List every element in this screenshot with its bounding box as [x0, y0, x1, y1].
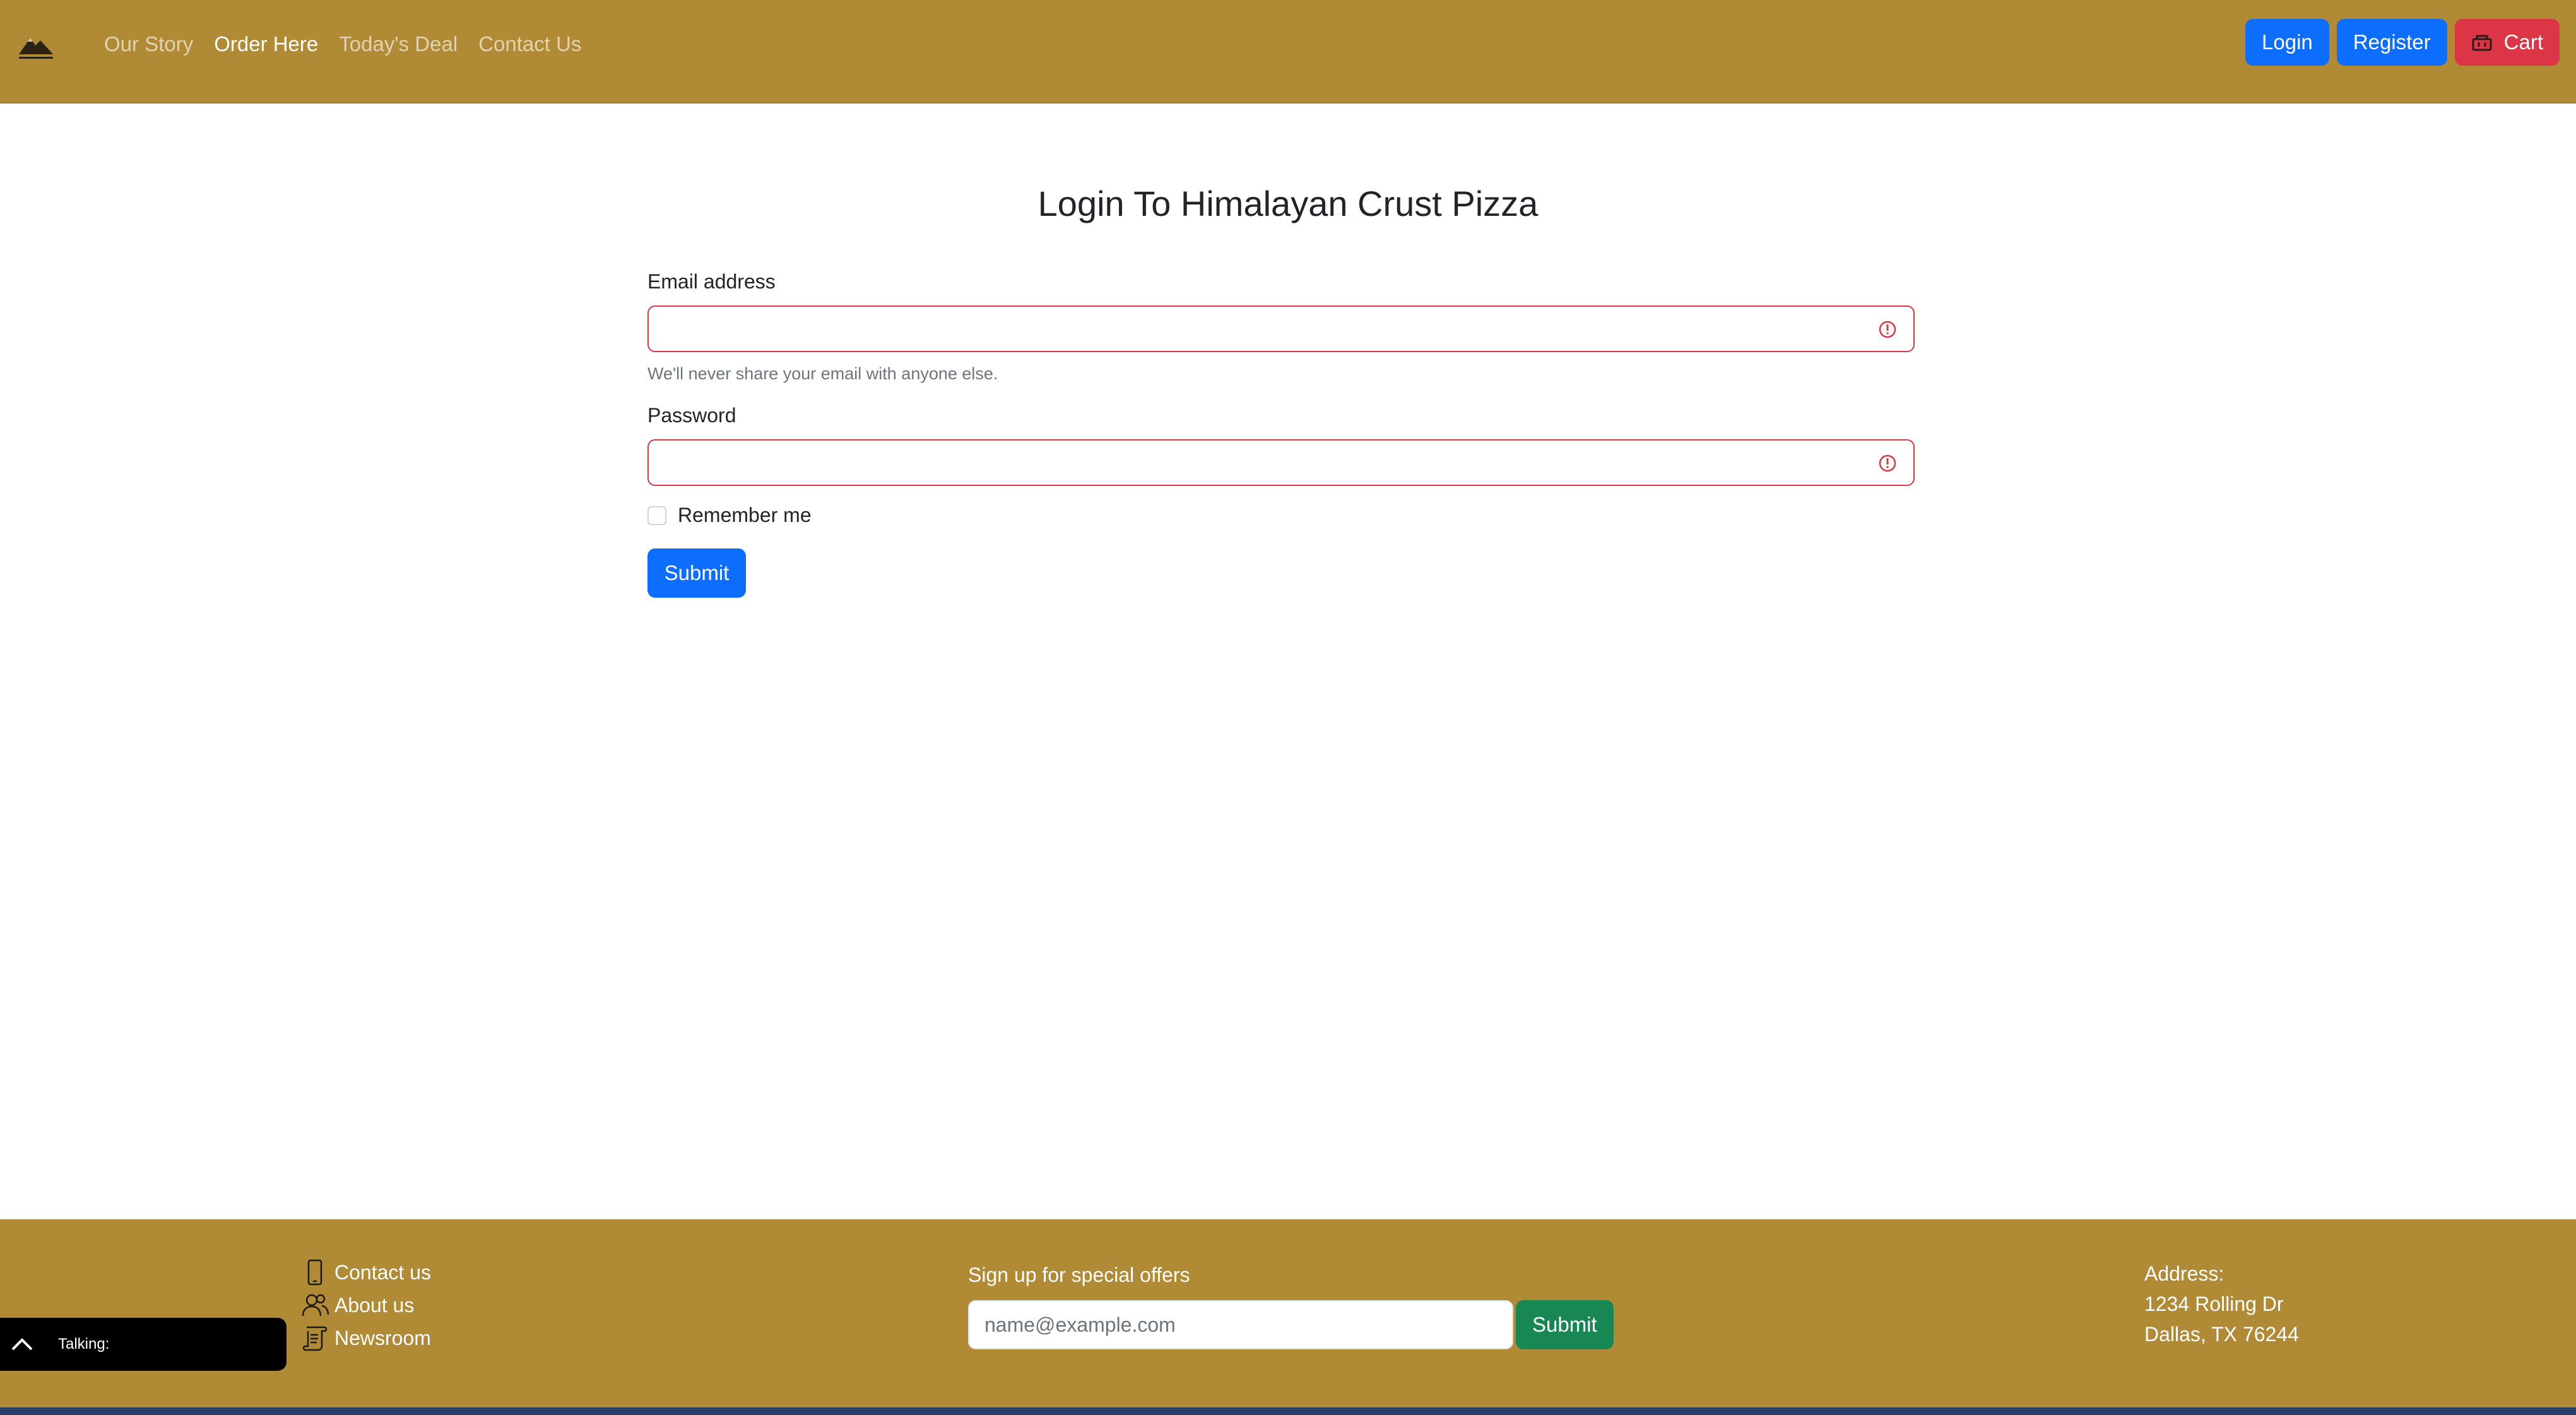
submit-button[interactable]: Submit — [647, 548, 746, 598]
login-button[interactable]: Login — [2245, 19, 2329, 66]
talking-widget[interactable]: Talking: — [0, 1318, 287, 1371]
register-button[interactable]: Register — [2336, 19, 2447, 66]
remember-me-label[interactable]: Remember me — [678, 504, 812, 527]
nav-link-contact-us[interactable]: Contact Us — [478, 28, 581, 61]
phone-icon — [307, 1259, 322, 1286]
nav-link-todays-deal[interactable]: Today's Deal — [339, 28, 458, 61]
error-icon — [1879, 321, 1896, 338]
signup-row: Submit — [968, 1300, 1614, 1349]
email-field-wrapper — [647, 305, 1915, 352]
footer-links: Contact us About us Newsroom — [300, 1256, 431, 1354]
page-title: Login To Himalayan Crust Pizza — [1037, 184, 1539, 223]
footer-link-contact[interactable]: Contact us — [300, 1256, 431, 1289]
address-line-2: Dallas, TX 76244 — [2144, 1323, 2299, 1346]
talking-label: Talking: — [58, 1335, 110, 1353]
navbar: Our Story Order Here Today's Deal Contac… — [0, 0, 2576, 104]
newsletter-email-input[interactable] — [968, 1300, 1513, 1349]
footer-link-about[interactable]: About us — [300, 1289, 431, 1322]
remember-me-checkbox[interactable] — [647, 506, 666, 525]
footer-link-about-label[interactable]: About us — [334, 1294, 414, 1317]
footer-link-newsroom[interactable]: Newsroom — [300, 1322, 431, 1354]
bottom-edge-bar — [0, 1407, 2576, 1415]
password-field-wrapper — [647, 439, 1915, 486]
address-block: Address: 1234 Rolling Dr Dallas, TX 7624… — [2144, 1258, 2299, 1349]
nav-link-our-story[interactable]: Our Story — [104, 28, 193, 61]
cart-icon — [2472, 35, 2492, 51]
logo-mountain-icon[interactable] — [16, 29, 56, 62]
address-line-1: 1234 Rolling Dr — [2144, 1293, 2284, 1315]
scroll-icon — [302, 1326, 328, 1351]
nav-link-order-here[interactable]: Order Here — [214, 28, 318, 61]
error-icon — [1879, 454, 1896, 472]
email-label: Email address — [647, 270, 776, 293]
cart-label: Cart — [2503, 30, 2543, 54]
footer-link-contact-label[interactable]: Contact us — [334, 1261, 431, 1284]
cart-button[interactable]: Cart — [2454, 19, 2560, 66]
remember-me-row: Remember me — [647, 504, 1915, 527]
newsletter-signup: Sign up for special offers Submit — [968, 1261, 1614, 1349]
email-help-text: We'll never share your email with anyone… — [647, 364, 998, 383]
newsletter-submit-button[interactable]: Submit — [1516, 1300, 1614, 1349]
footer: Contact us About us Newsroom Sign up for… — [0, 1219, 2576, 1415]
address-title: Address: — [2144, 1262, 2224, 1285]
password-field[interactable] — [649, 441, 1913, 485]
footer-link-newsroom-label[interactable]: Newsroom — [334, 1327, 431, 1350]
password-label: Password — [647, 404, 736, 427]
people-icon — [302, 1294, 329, 1317]
nav-actions: Login Register Cart — [2245, 19, 2560, 66]
login-form: Email address We'll never share your ema… — [647, 266, 1915, 598]
signup-title: Sign up for special offers — [968, 1264, 1190, 1286]
nav-links: Our Story Order Here Today's Deal Contac… — [104, 28, 602, 61]
email-field[interactable] — [649, 307, 1913, 351]
chevron-up-icon[interactable] — [10, 1337, 34, 1352]
